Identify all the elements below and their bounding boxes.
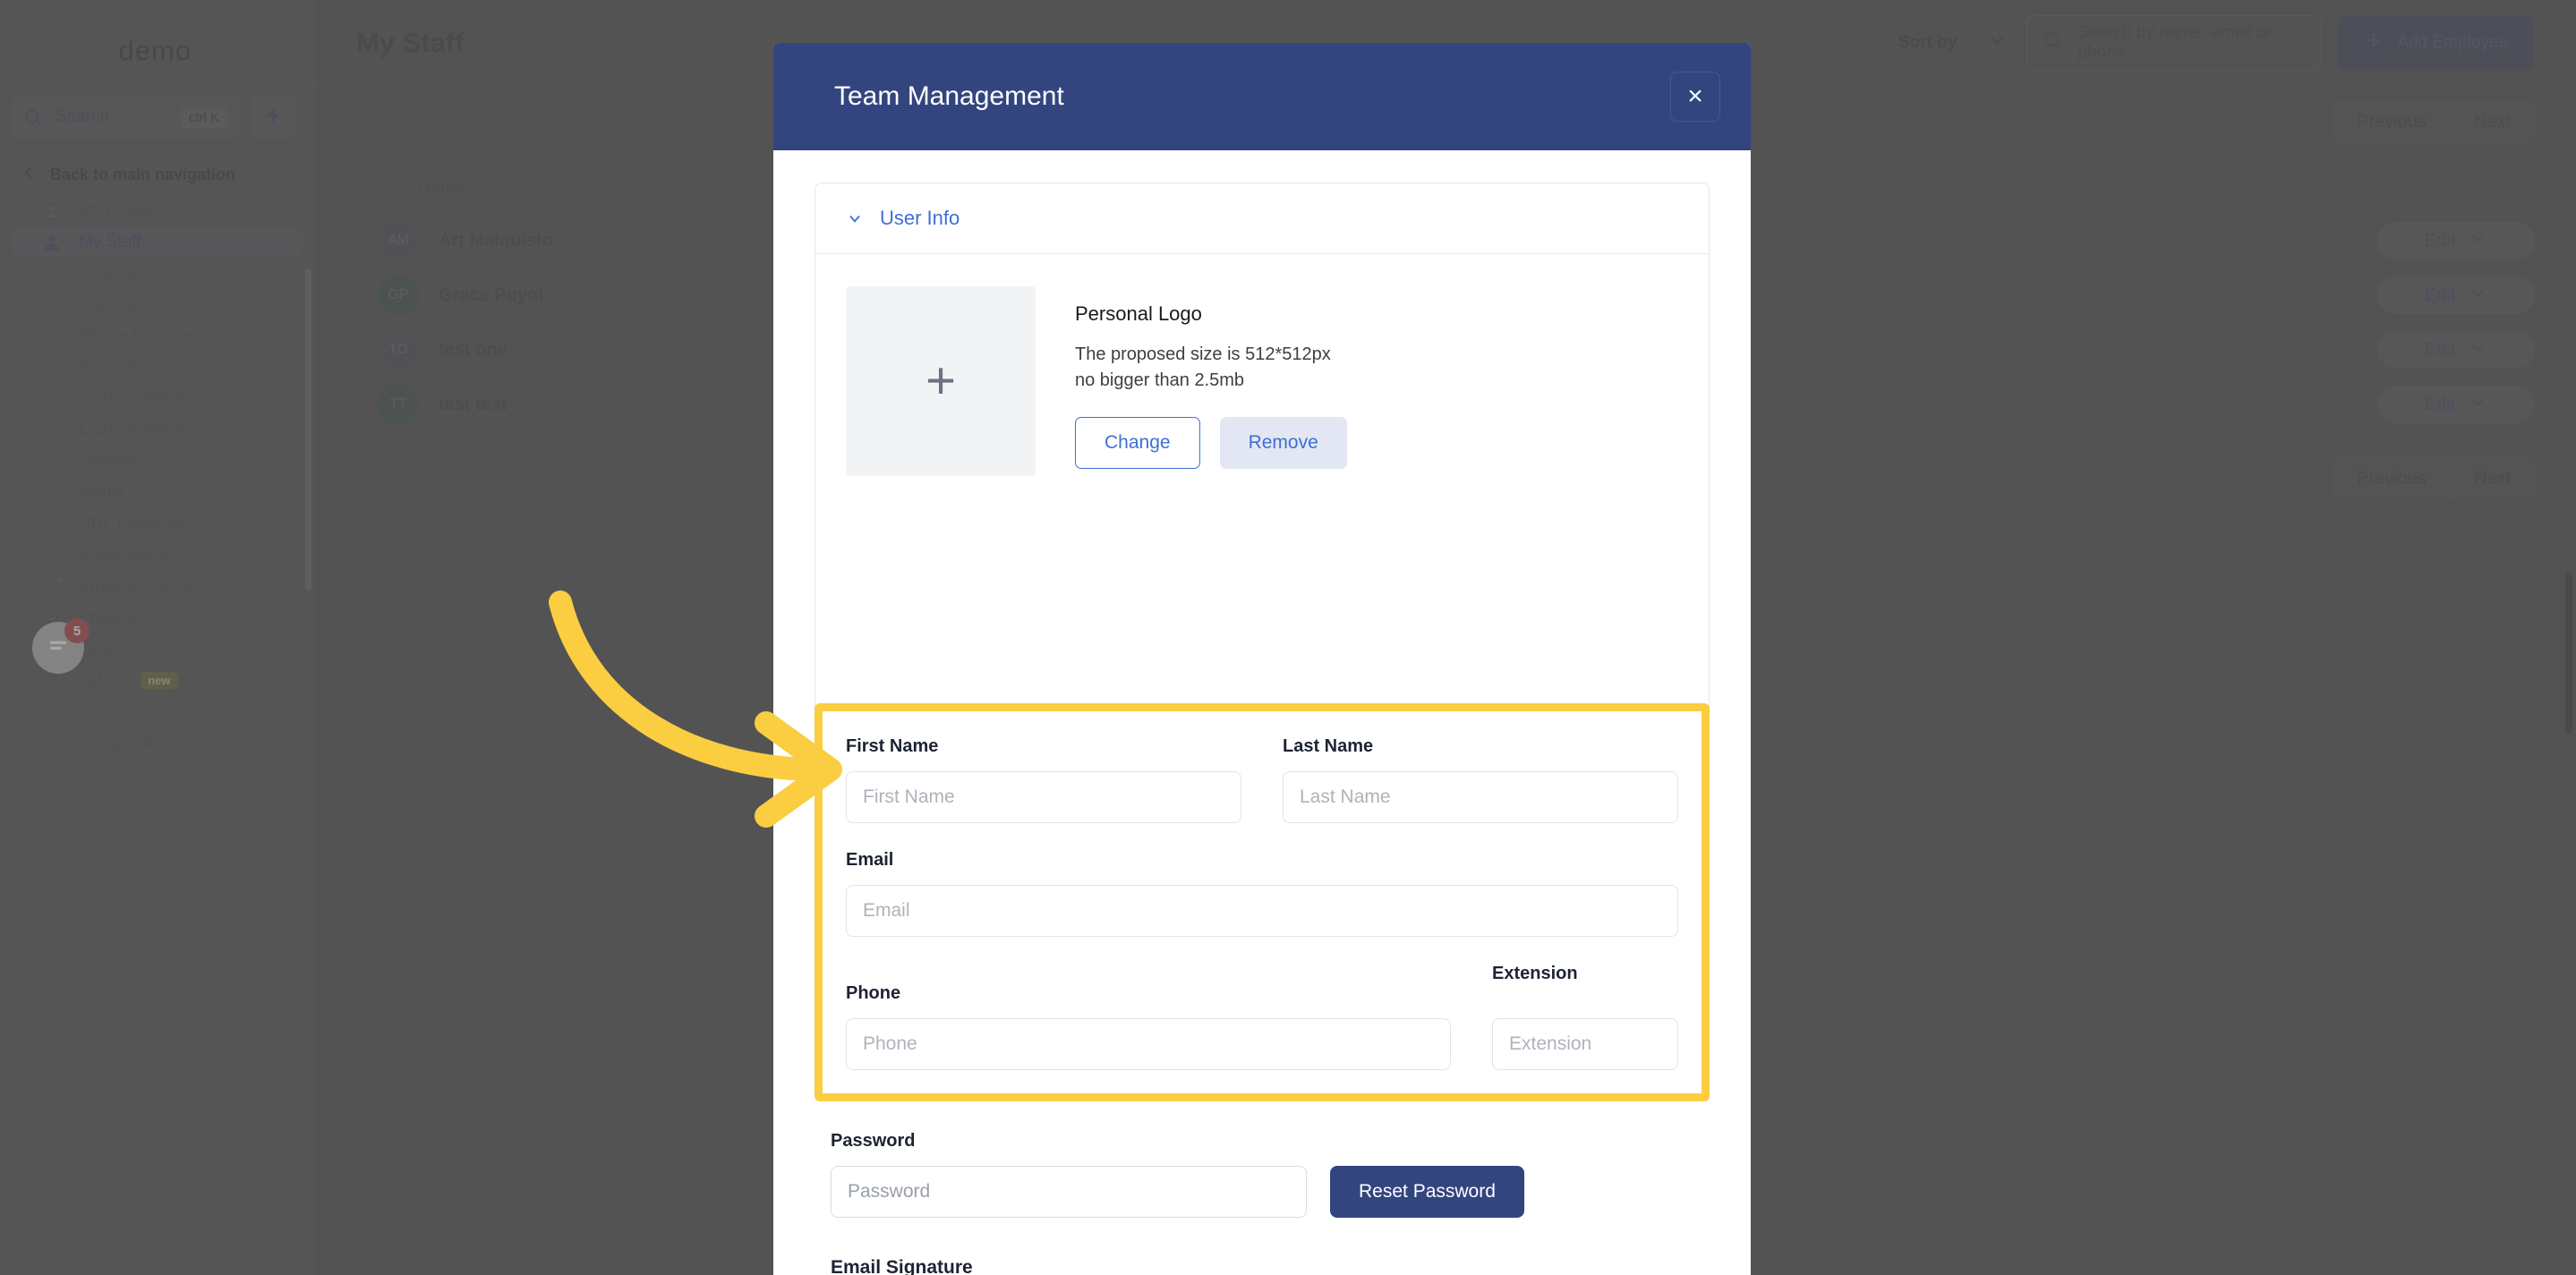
password-and-signature-section: Password Reset Password Email Signature … — [831, 1131, 1690, 1275]
remove-logo-button[interactable]: Remove — [1219, 417, 1347, 469]
plus-icon: + — [925, 352, 956, 410]
first-name-input[interactable] — [846, 771, 1241, 823]
phone-group: Phone — [846, 983, 1451, 1070]
email-group: Email — [846, 850, 1678, 937]
page-scrollbar[interactable] — [2565, 573, 2572, 734]
extension-group: Extension — [1492, 964, 1678, 1070]
close-icon[interactable]: × — [1670, 72, 1720, 122]
user-info-section-header[interactable]: User Info — [815, 183, 1709, 254]
user-info-card: User Info + Personal Logo The proposed s… — [815, 183, 1710, 781]
email-input[interactable] — [846, 885, 1678, 937]
highlighted-contact-fields: First Name Last Name Email Phone — [815, 703, 1710, 1101]
user-info-label: User Info — [880, 207, 960, 229]
personal-logo-meta: Personal Logo The proposed size is 512*5… — [1075, 286, 1347, 476]
personal-logo-hint-line1: The proposed size is 512*512px — [1075, 344, 1331, 364]
password-label: Password — [831, 1131, 916, 1151]
logo-upload-dropzone[interactable]: + — [846, 286, 1036, 476]
email-signature-title: Email Signature — [831, 1257, 973, 1275]
team-management-modal: Team Management × User Info + Personal L… — [773, 43, 1751, 1275]
first-name-group: First Name — [846, 736, 1241, 823]
personal-logo-hint-line2: no bigger than 2.5mb — [1075, 370, 1245, 390]
extension-label: Extension — [1492, 964, 1578, 983]
password-input[interactable] — [831, 1166, 1307, 1218]
phone-input[interactable] — [846, 1018, 1451, 1070]
close-glyph: × — [1687, 81, 1703, 111]
modal-header: Team Management × — [773, 43, 1751, 150]
personal-logo-heading: Personal Logo — [1075, 302, 1202, 325]
last-name-label: Last Name — [1283, 736, 1374, 756]
password-row: Reset Password — [831, 1166, 1690, 1218]
modal-title: Team Management — [834, 81, 1064, 111]
email-label: Email — [846, 850, 894, 870]
change-logo-button[interactable]: Change — [1075, 417, 1200, 469]
chevron-down-icon — [846, 209, 864, 227]
last-name-input[interactable] — [1283, 771, 1678, 823]
reset-password-button[interactable]: Reset Password — [1330, 1166, 1524, 1218]
phone-label: Phone — [846, 983, 901, 1003]
phone-row: Phone Extension — [846, 964, 1678, 1070]
name-row: First Name Last Name — [846, 736, 1678, 850]
last-name-group: Last Name — [1283, 736, 1678, 823]
logo-action-buttons: Change Remove — [1075, 417, 1347, 469]
personal-logo-row: + Personal Logo The proposed size is 512… — [815, 254, 1709, 476]
first-name-label: First Name — [846, 736, 939, 756]
extension-input[interactable] — [1492, 1018, 1678, 1070]
modal-body: User Info + Personal Logo The proposed s… — [773, 150, 1751, 1275]
